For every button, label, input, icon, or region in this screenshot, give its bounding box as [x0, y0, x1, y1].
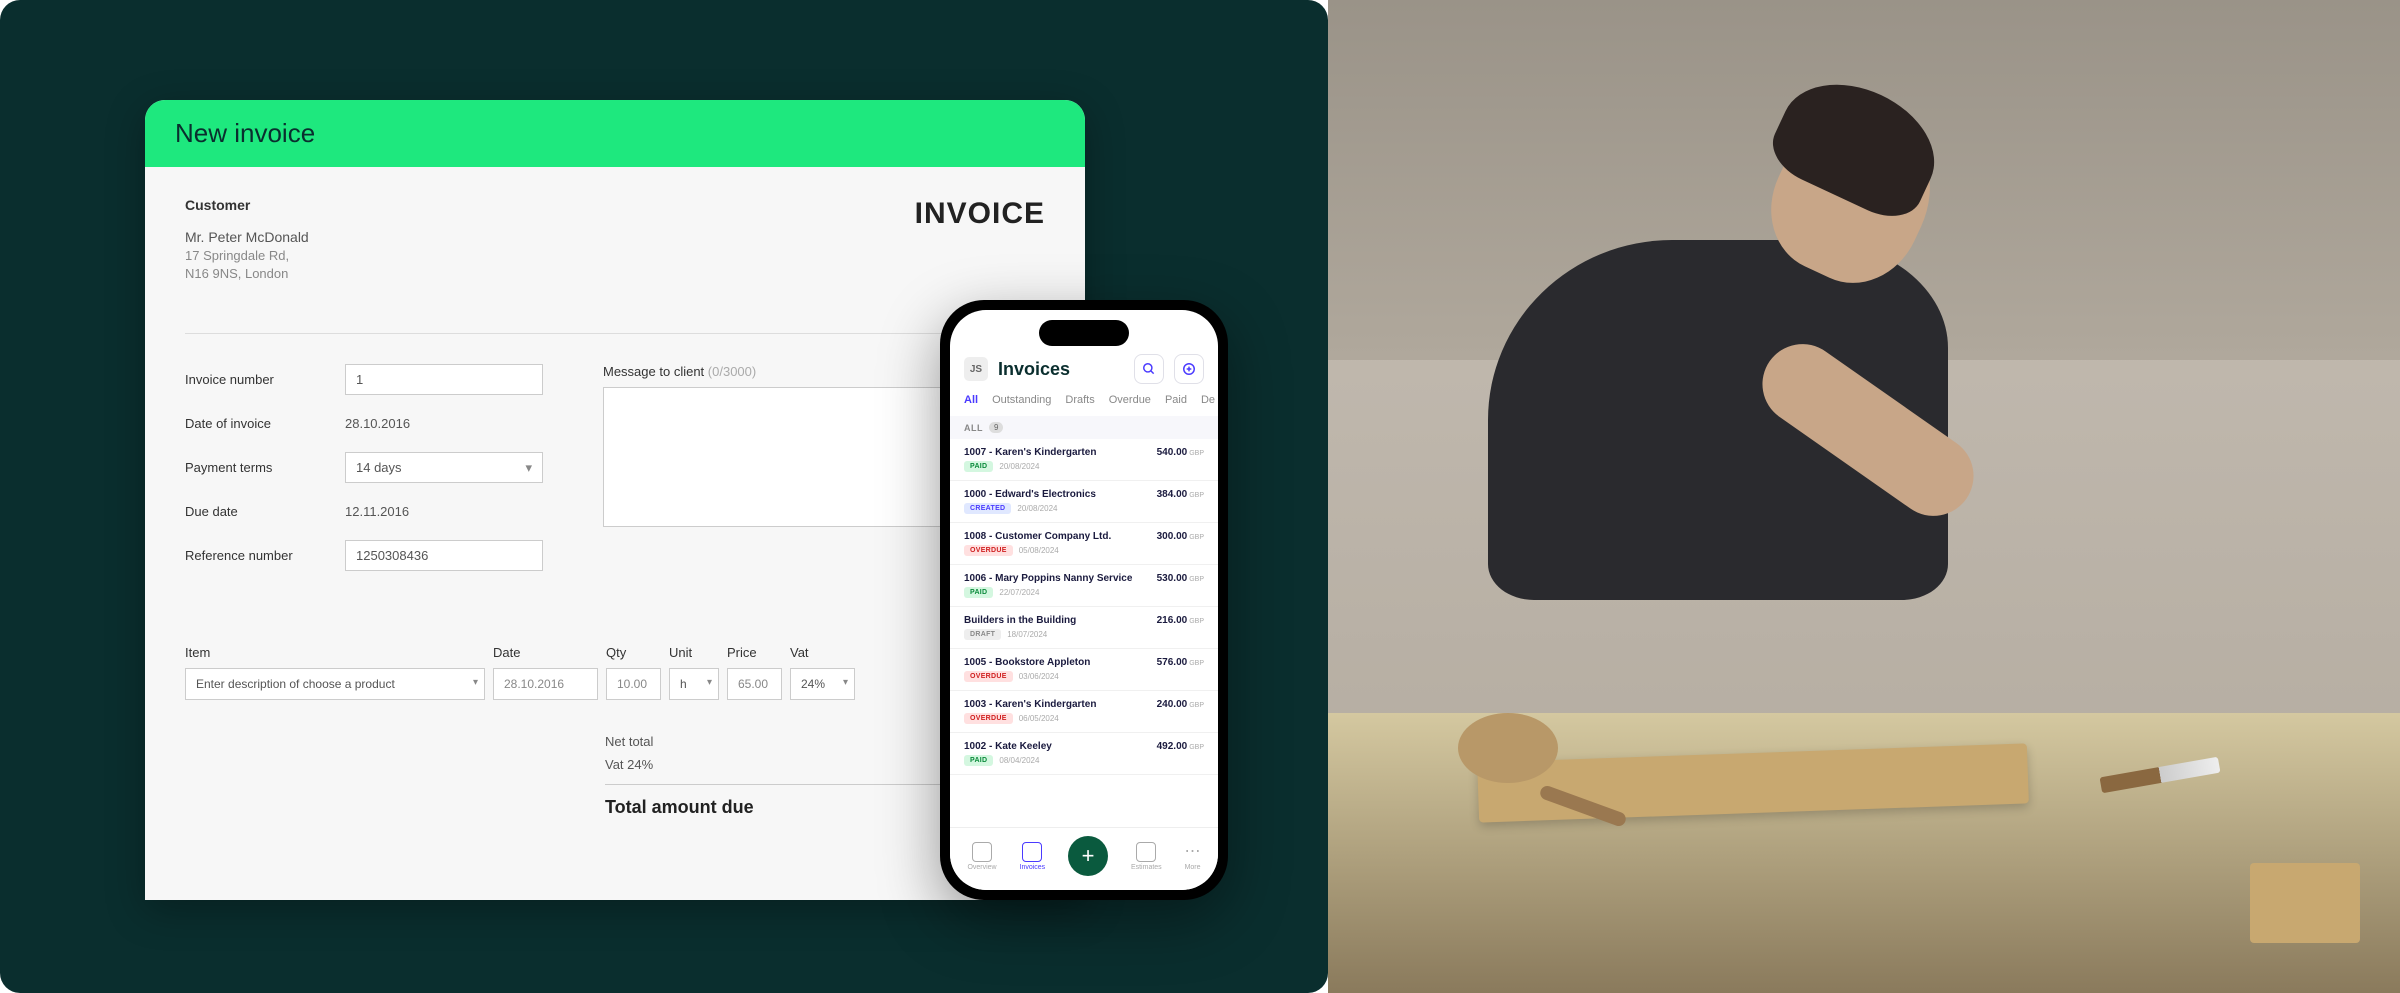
- invoice-list-item[interactable]: 1002 - Kate Keeley 492.00GBP PAID 08/04/…: [950, 733, 1218, 775]
- customer-label: Customer: [185, 197, 309, 213]
- invoice-list-item[interactable]: 1005 - Bookstore Appleton 576.00GBP OVER…: [950, 649, 1218, 691]
- status-badge: OVERDUE: [964, 545, 1013, 556]
- col-header-vat: Vat: [790, 645, 855, 660]
- invoice-item-date: 05/08/2024: [1019, 546, 1059, 555]
- date-of-invoice-value: 28.10.2016: [345, 409, 410, 438]
- tab-paid[interactable]: Paid: [1165, 394, 1187, 406]
- invoice-list-item[interactable]: 1007 - Karen's Kindergarten 540.00GBP PA…: [950, 439, 1218, 481]
- nav-estimates[interactable]: Estimates: [1131, 842, 1162, 871]
- tab-drafts[interactable]: Drafts: [1065, 394, 1094, 406]
- search-icon[interactable]: [1134, 354, 1164, 384]
- tab-de[interactable]: De: [1201, 394, 1215, 406]
- vat-total-label: Vat 24%: [605, 757, 653, 772]
- invoice-item-name: 1005 - Bookstore Appleton: [964, 657, 1090, 668]
- invoice-item-name: 1000 - Edward's Electronics: [964, 489, 1096, 500]
- window-header: New invoice: [145, 100, 1085, 167]
- status-badge: OVERDUE: [964, 713, 1013, 724]
- invoice-item-name: Builders in the Building: [964, 615, 1076, 626]
- due-date-value: 12.11.2016: [345, 497, 409, 526]
- customer-address-2: N16 9NS, London: [185, 265, 309, 283]
- phone-page-title: Invoices: [998, 359, 1124, 380]
- total-due-label: Total amount due: [605, 797, 754, 818]
- tab-all[interactable]: All: [964, 394, 978, 406]
- invoice-item-amount: 240.00GBP: [1157, 699, 1204, 710]
- invoice-item-amount: 530.00GBP: [1157, 573, 1204, 584]
- invoice-number-label: Invoice number: [185, 372, 345, 387]
- invoice-item-date: 08/04/2024: [999, 756, 1039, 765]
- payment-terms-select[interactable]: 14 days: [345, 452, 543, 483]
- nav-invoices[interactable]: Invoices: [1020, 842, 1046, 871]
- invoice-item-amount: 216.00GBP: [1157, 615, 1204, 626]
- invoice-item-amount: 540.00GBP: [1157, 447, 1204, 458]
- invoice-list-item[interactable]: Builders in the Building 216.00GBP DRAFT…: [950, 607, 1218, 649]
- invoice-number-input[interactable]: [345, 364, 543, 395]
- invoice-item-date: 20/08/2024: [999, 462, 1039, 471]
- tab-overdue[interactable]: Overdue: [1109, 394, 1151, 406]
- col-header-date: Date: [493, 645, 598, 660]
- nav-overview[interactable]: Overview: [967, 842, 996, 871]
- invoice-item-date: 06/05/2024: [1019, 714, 1059, 723]
- item-date-input[interactable]: [493, 668, 598, 700]
- invoice-list-item[interactable]: 1000 - Edward's Electronics 384.00GBP CR…: [950, 481, 1218, 523]
- invoice-item-date: 22/07/2024: [999, 588, 1039, 597]
- customer-address-1: 17 Springdale Rd,: [185, 247, 309, 265]
- invoice-item-name: 1008 - Customer Company Ltd.: [964, 531, 1111, 542]
- avatar[interactable]: JS: [964, 357, 988, 381]
- invoice-item-date: 18/07/2024: [1007, 630, 1047, 639]
- invoice-list-item[interactable]: 1003 - Karen's Kindergarten 240.00GBP OV…: [950, 691, 1218, 733]
- section-all-label: ALL: [964, 423, 983, 433]
- item-price-input[interactable]: [727, 668, 782, 700]
- invoice-item-name: 1007 - Karen's Kindergarten: [964, 447, 1096, 458]
- hero-photo: [1328, 0, 2400, 993]
- add-icon[interactable]: [1174, 354, 1204, 384]
- invoice-item-amount: 576.00GBP: [1157, 657, 1204, 668]
- invoice-list-item[interactable]: 1008 - Customer Company Ltd. 300.00GBP O…: [950, 523, 1218, 565]
- invoice-item-amount: 492.00GBP: [1157, 741, 1204, 752]
- window-title: New invoice: [175, 118, 1055, 149]
- status-badge: PAID: [964, 587, 993, 598]
- col-header-unit: Unit: [669, 645, 719, 660]
- date-of-invoice-label: Date of invoice: [185, 416, 345, 431]
- status-badge: CREATED: [964, 503, 1011, 514]
- status-badge: PAID: [964, 461, 993, 472]
- invoice-item-date: 03/06/2024: [1019, 672, 1059, 681]
- item-vat-select[interactable]: 24%: [790, 668, 855, 700]
- due-date-label: Due date: [185, 504, 345, 519]
- tab-outstanding[interactable]: Outstanding: [992, 394, 1051, 406]
- item-unit-select[interactable]: h: [669, 668, 719, 700]
- customer-name: Mr. Peter McDonald: [185, 229, 309, 245]
- col-header-item: Item: [185, 645, 485, 660]
- invoice-item-amount: 384.00GBP: [1157, 489, 1204, 500]
- section-count-badge: 9: [989, 422, 1003, 433]
- invoice-item-name: 1002 - Kate Keeley: [964, 741, 1052, 752]
- invoice-heading: INVOICE: [915, 197, 1045, 283]
- reference-number-label: Reference number: [185, 548, 345, 563]
- invoice-item-name: 1003 - Karen's Kindergarten: [964, 699, 1096, 710]
- nav-more[interactable]: ⋯ More: [1185, 842, 1201, 871]
- item-qty-input[interactable]: [606, 668, 661, 700]
- payment-terms-label: Payment terms: [185, 460, 345, 475]
- net-total-label: Net total: [605, 734, 653, 749]
- phone-mockup: JS Invoices All Outstanding Drafts Overdue P…: [940, 300, 1228, 900]
- invoice-list-item[interactable]: 1006 - Mary Poppins Nanny Service 530.00…: [950, 565, 1218, 607]
- status-badge: OVERDUE: [964, 671, 1013, 682]
- col-header-qty: Qty: [606, 645, 661, 660]
- col-header-price: Price: [727, 645, 782, 660]
- invoice-item-date: 20/08/2024: [1017, 504, 1057, 513]
- item-input[interactable]: Enter description of choose a product: [185, 668, 485, 700]
- reference-number-input[interactable]: [345, 540, 543, 571]
- status-badge: DRAFT: [964, 629, 1001, 640]
- invoice-item-amount: 300.00GBP: [1157, 531, 1204, 542]
- invoice-item-name: 1006 - Mary Poppins Nanny Service: [964, 573, 1132, 584]
- status-badge: PAID: [964, 755, 993, 766]
- nav-fab-add[interactable]: +: [1068, 836, 1108, 876]
